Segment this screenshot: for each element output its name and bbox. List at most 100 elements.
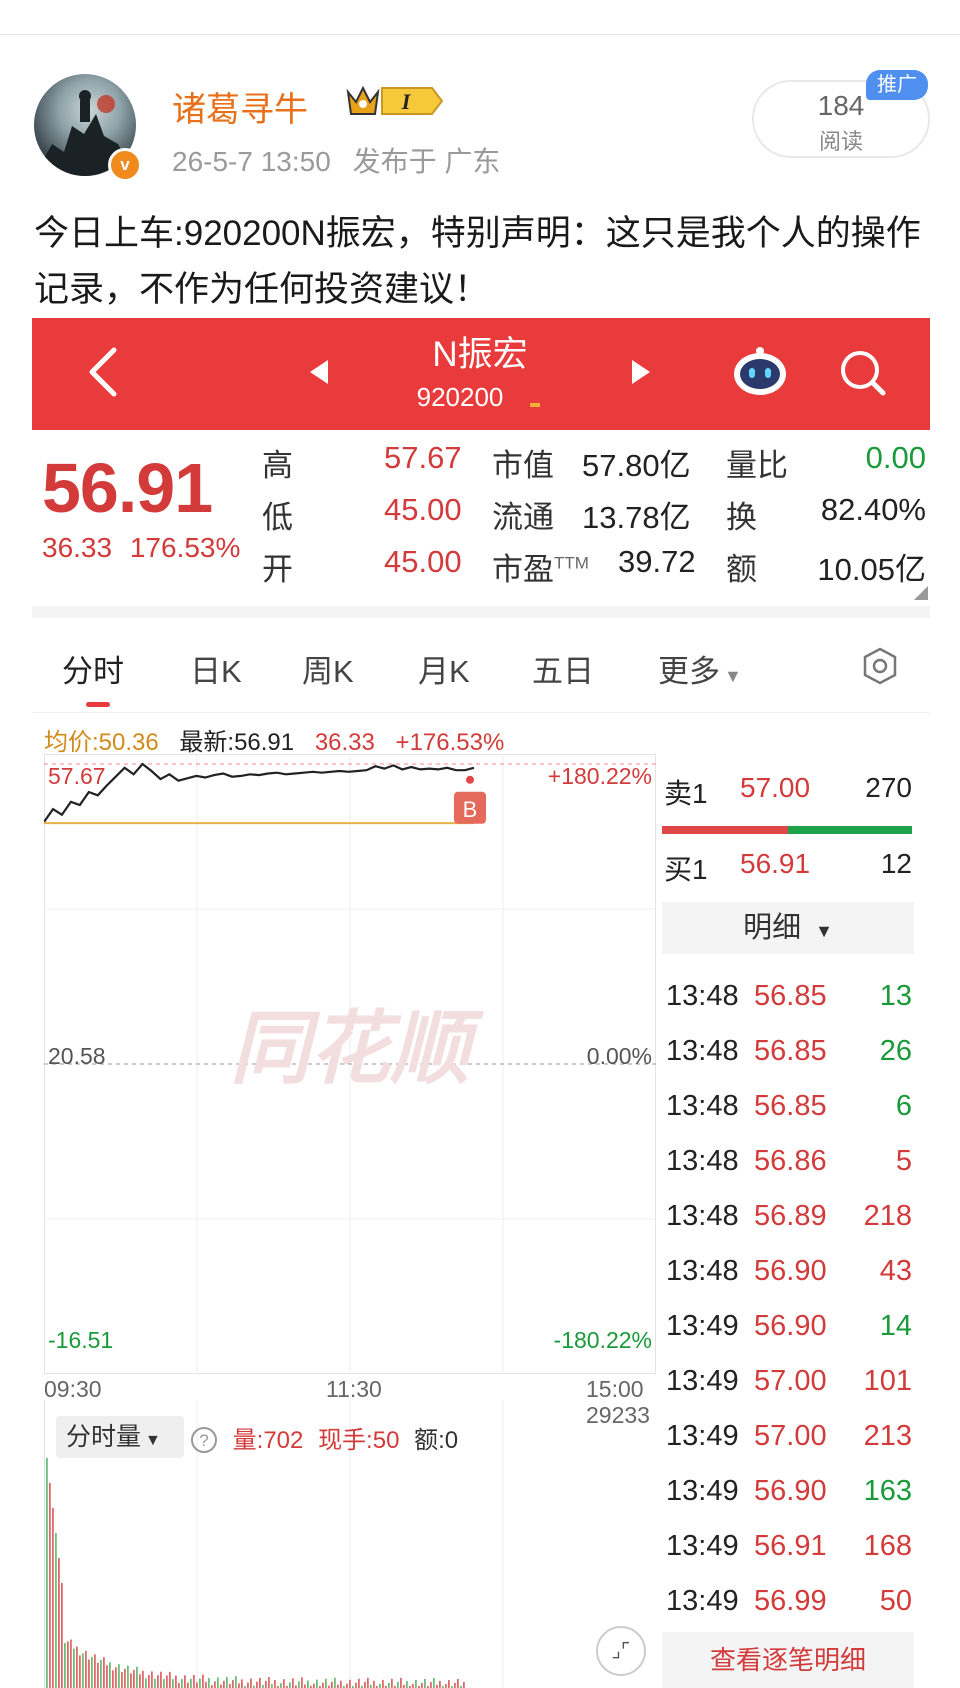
price-change: 36.33 176.53%	[42, 532, 240, 564]
volume-max-label: 29233	[586, 1402, 650, 1428]
current-price: 56.91	[42, 449, 213, 527]
trade-time: 13:48	[666, 1255, 739, 1287]
quote-value-mktcap: 57.80亿	[582, 448, 691, 483]
fullscreen-expand-icon[interactable]: ⌟⌜	[596, 1626, 646, 1676]
tab-more[interactable]: 更多 ▼	[658, 646, 742, 691]
volume-bar	[49, 1483, 51, 1688]
quote-value-float: 13.78亿	[582, 500, 691, 535]
post-text: 今日上车:920200N振宏，特别声明：这只是我个人的操作记录，不作为任何投资建…	[34, 214, 921, 309]
volume-bar	[271, 1684, 273, 1688]
volume-bar	[322, 1682, 324, 1688]
volume-label: 量:702	[232, 1427, 304, 1454]
post-timestamp: 26-5-7 13:50	[172, 146, 331, 177]
volume-selector[interactable]: 分时量 ▼	[56, 1416, 184, 1458]
buy-marker-label: B	[463, 797, 478, 822]
volume-bar	[454, 1682, 456, 1688]
volume-bar	[340, 1680, 342, 1688]
tab-more-label: 更多	[658, 654, 720, 689]
volume-bar	[358, 1678, 360, 1688]
volume-bar	[421, 1682, 423, 1688]
volume-bar	[52, 1508, 54, 1688]
trade-qty: 163	[863, 1475, 912, 1507]
volume-bar	[349, 1679, 351, 1688]
volume-bar	[226, 1676, 228, 1688]
volume-bar	[229, 1683, 231, 1688]
volume-bar	[382, 1679, 384, 1688]
buy1-label: 买1	[664, 854, 708, 885]
prev-stock-arrow-icon[interactable]	[308, 358, 330, 386]
trade-qty: 13	[879, 980, 912, 1012]
next-stock-arrow-icon[interactable]	[630, 358, 652, 386]
volume-bar	[259, 1677, 261, 1688]
volume-bar	[391, 1678, 393, 1688]
volume-bar	[73, 1648, 75, 1688]
tab-weekly-k[interactable]: 周K	[302, 646, 354, 691]
tab-daily-k[interactable]: 日K	[190, 646, 242, 691]
chart-tabs: 分时 日K 周K 月K 五日 更多 ▼	[0, 626, 960, 706]
robot-assistant-icon[interactable]	[730, 346, 790, 398]
volume-bar	[316, 1679, 318, 1688]
trade-price: 56.89	[754, 1200, 827, 1232]
trade-qty: 168	[863, 1530, 912, 1562]
tab-intraday[interactable]: 分时	[62, 646, 124, 691]
volume-bar	[325, 1678, 327, 1688]
volume-bar	[148, 1674, 150, 1688]
volume-bar	[235, 1676, 237, 1688]
search-icon[interactable]	[838, 348, 888, 398]
buy-ratio-bar	[788, 826, 912, 834]
order-ratio-bar	[662, 826, 912, 834]
volume-bar	[64, 1643, 66, 1688]
y-label-top: 57.67	[48, 763, 106, 789]
volume-bar	[139, 1674, 141, 1688]
back-chevron-icon[interactable]	[84, 346, 124, 398]
intraday-price-chart[interactable]: 同花顺 B 57.67 20.58 -16.51 +180.22% 0.00% …	[44, 754, 656, 1374]
quote-label-open: 开	[262, 552, 293, 587]
trade-price: 56.90	[754, 1475, 827, 1507]
tab-monthly-k[interactable]: 月K	[418, 646, 470, 691]
volume-bar	[364, 1681, 366, 1688]
avg-price-label: 均价:50.36	[44, 729, 159, 756]
volume-bar	[298, 1681, 300, 1688]
question-circle-icon[interactable]: ?	[190, 1426, 218, 1454]
trade-row: 13:48 56.85 13	[666, 980, 916, 1035]
volume-bar	[178, 1682, 180, 1688]
hexagon-settings-icon[interactable]	[860, 646, 900, 686]
volume-bar	[268, 1677, 270, 1688]
post-location: 发布于 广东	[352, 146, 501, 177]
volume-bar	[217, 1677, 219, 1688]
level-badge-text: I	[401, 89, 412, 114]
trade-price: 56.90	[754, 1255, 827, 1287]
tab-five-day[interactable]: 五日	[532, 646, 594, 691]
price-change-pct: 176.53%	[129, 532, 241, 563]
volume-bar	[166, 1675, 168, 1688]
chart-plot: B	[44, 762, 486, 825]
x-label-open: 09:30	[44, 1376, 102, 1402]
volume-bar	[220, 1684, 222, 1688]
view-all-trades-button[interactable]: 查看逐笔明细	[662, 1632, 914, 1688]
volume-bar	[406, 1680, 408, 1688]
trade-row: 13:49 57.00 101	[666, 1365, 916, 1420]
chart-change-label: 36.33	[314, 729, 375, 756]
volume-bar	[76, 1646, 78, 1688]
volume-bar	[331, 1681, 333, 1688]
volume-bar	[163, 1679, 165, 1688]
trade-row: 13:48 56.86 5	[666, 1145, 916, 1200]
y-label-mid: 20.58	[48, 1043, 106, 1069]
detail-dropdown[interactable]: 明细 ▼	[662, 902, 914, 954]
volume-bar	[292, 1678, 294, 1688]
quote-label-high: 高	[262, 448, 293, 483]
trade-qty: 101	[863, 1365, 912, 1397]
x-label-midday: 11:30	[326, 1376, 382, 1402]
amount-label: 额:0	[414, 1427, 459, 1454]
post-meta: 26-5-7 13:50 发布于 广东	[172, 140, 500, 180]
trade-qty: 26	[879, 1035, 912, 1067]
quote-label-volratio: 量比	[726, 448, 788, 483]
volume-bar	[205, 1681, 207, 1688]
buy1-qty: 12	[880, 848, 912, 879]
volume-bar	[439, 1680, 441, 1688]
trade-time: 13:48	[666, 1035, 739, 1067]
price-change-value: 36.33	[42, 532, 113, 563]
username[interactable]: 诸葛寻牛	[172, 82, 308, 131]
trade-time: 13:49	[666, 1420, 739, 1452]
volume-bar	[94, 1654, 96, 1688]
